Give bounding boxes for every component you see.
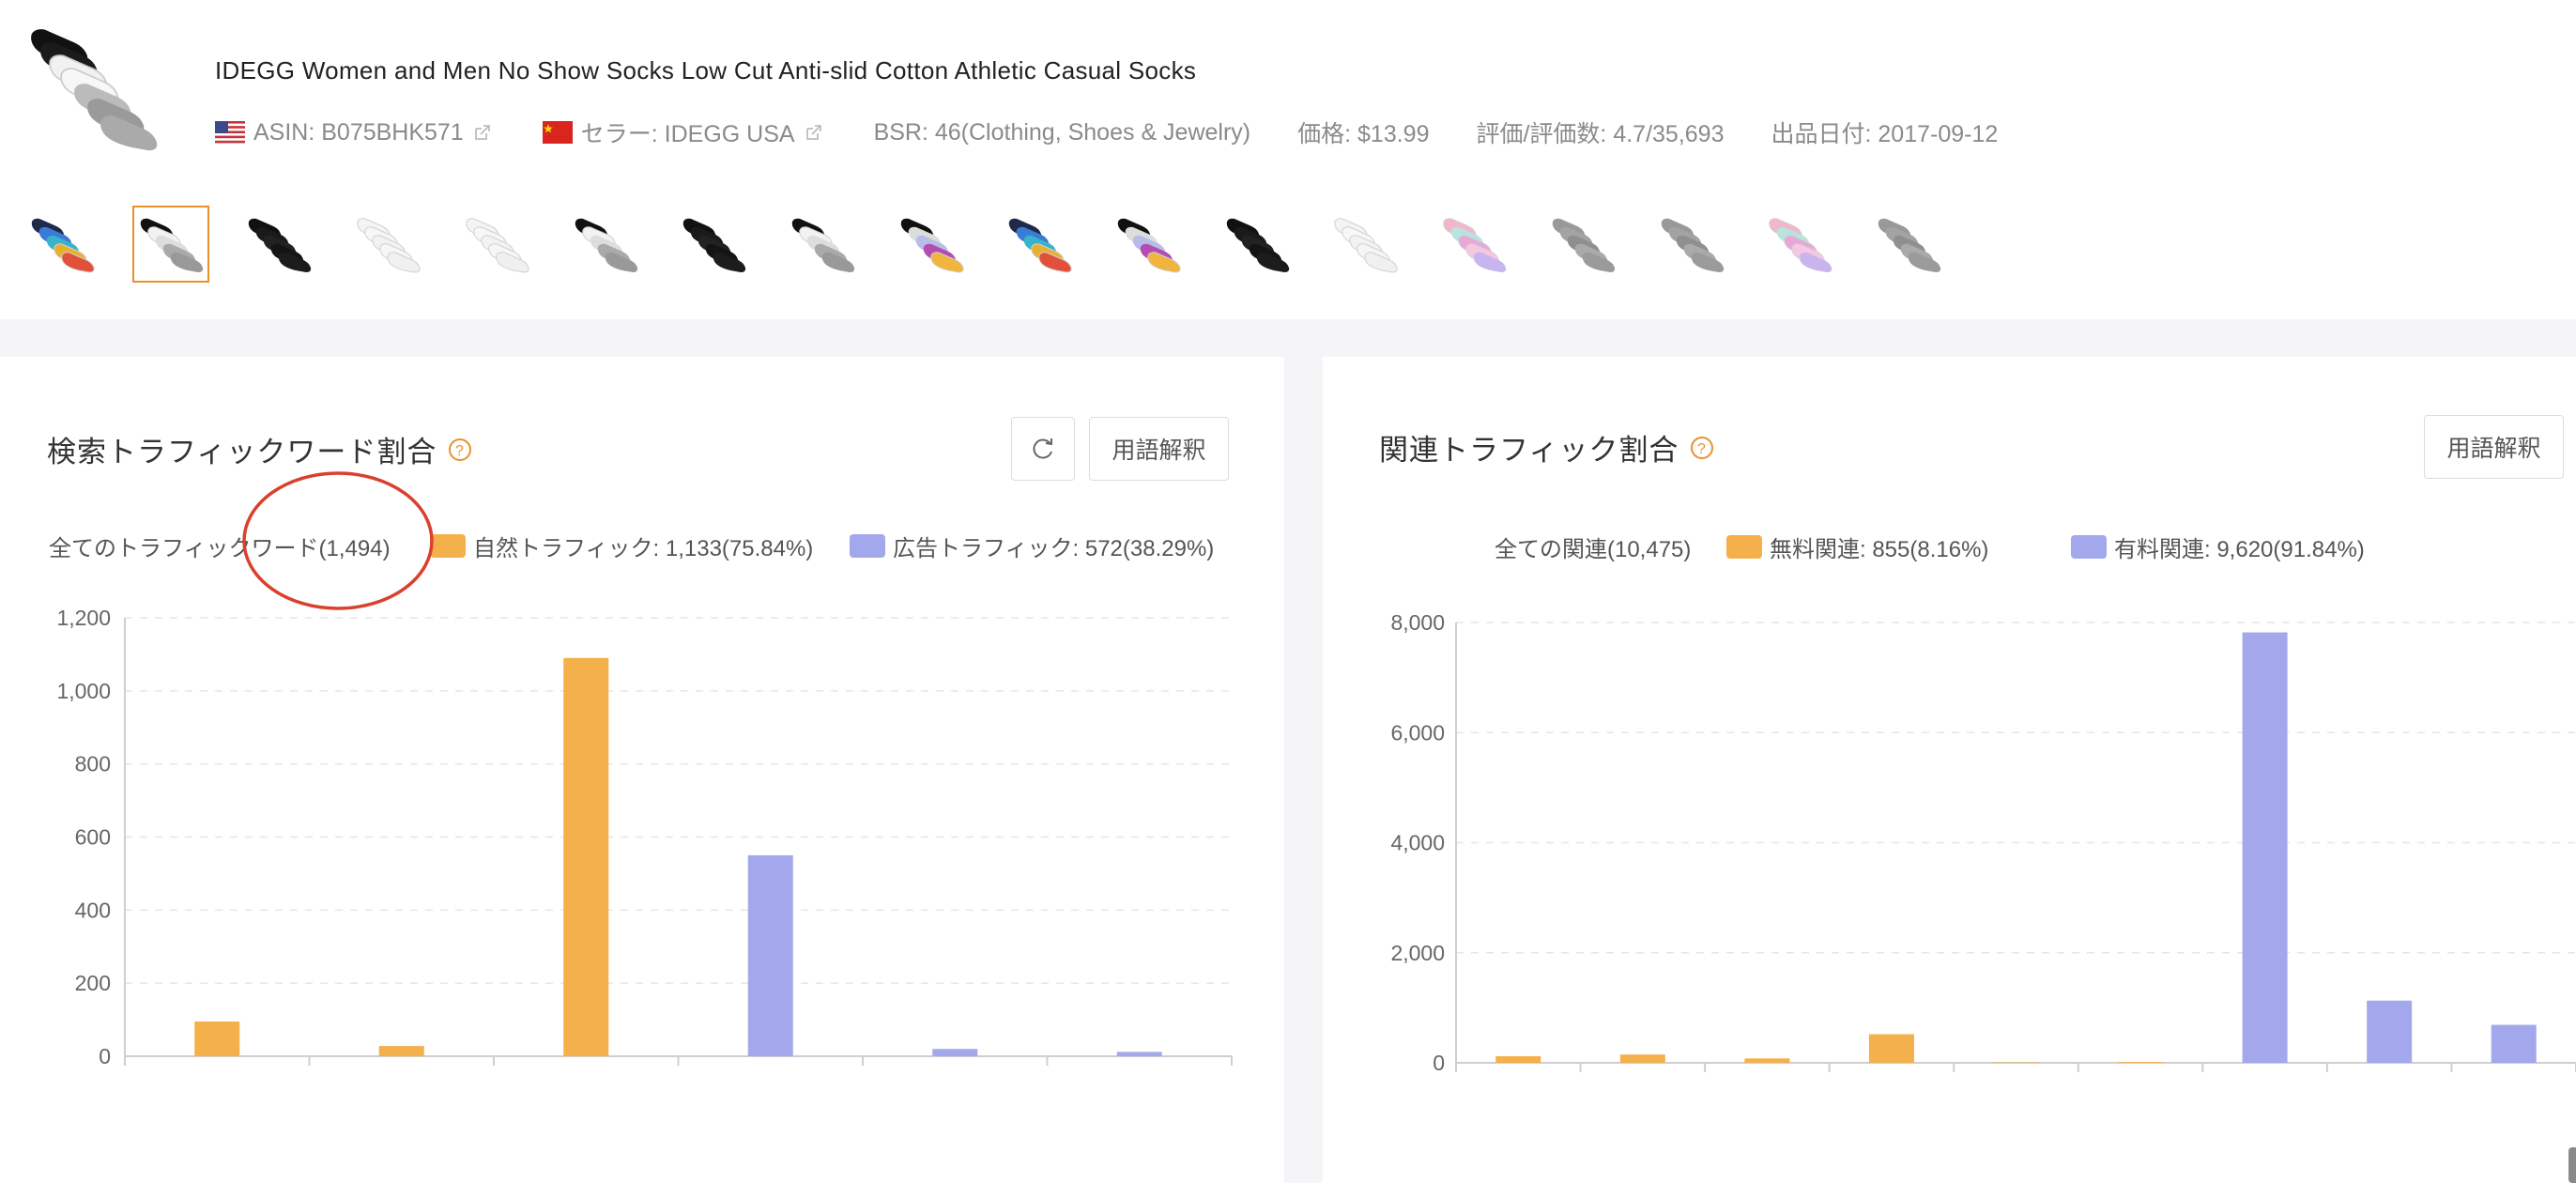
svg-text:?: ? <box>1697 441 1707 457</box>
y-tick-label: 0 <box>1433 1051 1445 1075</box>
legend-free-related[interactable]: 無料関連: 855(8.16%) <box>1726 530 1988 563</box>
bar[interactable] <box>2491 1024 2537 1063</box>
external-link-icon[interactable] <box>473 123 492 142</box>
refresh-button[interactable] <box>1011 417 1075 481</box>
variant-thumbnail-black-icon[interactable] <box>1219 207 1295 282</box>
bar[interactable] <box>378 1046 424 1056</box>
legend-swatch-orange <box>1726 535 1762 559</box>
asin-item: ASIN: B075BHK571 <box>215 119 492 146</box>
help-icon[interactable]: ? <box>448 438 472 462</box>
related-traffic-title: 関連トラフィック割合 ? <box>1379 426 1714 469</box>
variant-thumbnail-pink-pastel-icon[interactable] <box>1436 207 1511 282</box>
refresh-icon <box>1033 438 1052 459</box>
legend-natural-traffic-text: 自然トラフィック: 1,133(75.84%) <box>473 536 814 561</box>
legend-swatch-purple <box>2071 535 2107 559</box>
search-traffic-bar-chart: 0 200 400 600 800 1,000 1,200 <box>56 606 1233 1068</box>
variant-thumbnail-black-icon[interactable] <box>241 207 316 282</box>
bar[interactable] <box>1495 1055 1541 1063</box>
y-tick-label: 0 <box>99 1044 111 1068</box>
product-header: IDEGG Women and Men No Show Socks Low Cu… <box>0 0 2576 319</box>
bar[interactable] <box>747 854 793 1056</box>
y-tick-label: 6,000 <box>1390 720 1445 745</box>
rating-item: 評価/評価数: 4.7/35,693 <box>1476 121 1725 147</box>
svg-text:?: ? <box>455 443 465 459</box>
related-traffic-title-text: 関連トラフィック割合 <box>1379 434 1679 467</box>
y-tick-label: 400 <box>75 898 111 922</box>
legend-paid-related-text: 有料関連: 9,620(91.84%) <box>2114 537 2365 562</box>
us-flag-icon <box>215 121 245 144</box>
variant-thumbnail-white-icon[interactable] <box>459 207 534 282</box>
bar[interactable] <box>1619 1054 1665 1063</box>
search-traffic-title: 検索トラフィックワード割合 ? <box>47 428 472 470</box>
legend-total-related[interactable]: 全ての関連(10,475) <box>1495 530 1691 563</box>
legend-ad-traffic[interactable]: 広告トラフィック: 572(38.29%) <box>850 530 1214 562</box>
legend-swatch-purple <box>850 534 885 558</box>
bar[interactable] <box>2242 632 2288 1063</box>
variant-thumbnail-black-white-gray-icon[interactable] <box>131 206 209 283</box>
bar[interactable] <box>1868 1034 1914 1063</box>
bar[interactable] <box>1116 1052 1162 1056</box>
product-meta-row: ASIN: B075BHK571 セラー: IDEGG USA BSR: 46(… <box>215 116 2045 148</box>
legend-total-related-text: 全ての関連(10,475) <box>1495 537 1692 562</box>
legend-natural-traffic[interactable]: 自然トラフィック: 1,133(75.84%) <box>430 530 813 562</box>
bar[interactable] <box>2118 1062 2164 1063</box>
bar[interactable] <box>932 1049 978 1056</box>
search-traffic-title-text: 検索トラフィックワード割合 <box>47 436 437 469</box>
price-item: 価格: $13.99 <box>1297 121 1430 147</box>
product-title: IDEGG Women and Men No Show Socks Low Cu… <box>215 56 1197 84</box>
bar[interactable] <box>1744 1058 1790 1063</box>
variant-thumbnail-white-icon[interactable] <box>350 207 425 282</box>
related-traffic-bar-chart: 0 2,000 4,000 6,000 8,000 <box>1390 610 2576 1075</box>
seller-item: セラー: IDEGG USA <box>542 115 823 149</box>
y-tick-label: 800 <box>75 752 111 776</box>
variant-thumbnail-multicolor-icon[interactable] <box>24 207 100 282</box>
bar[interactable] <box>1993 1062 2039 1064</box>
help-icon[interactable]: ? <box>1690 436 1714 460</box>
legend-free-related-text: 無料関連: 855(8.16%) <box>1770 537 1989 562</box>
bar[interactable] <box>563 657 609 1056</box>
y-tick-label: 1,200 <box>56 606 111 630</box>
y-tick-label: 200 <box>75 971 111 995</box>
variant-thumbnail-pastel-mix-icon[interactable] <box>1111 207 1186 282</box>
variant-thumbnail-black-white-gray-icon[interactable] <box>568 207 643 282</box>
variant-thumbnail-pastel-mix-icon[interactable] <box>894 207 969 282</box>
variant-thumbnail-gray-icon[interactable] <box>1871 207 1946 282</box>
legend-ad-traffic-text: 広告トラフィック: 572(38.29%) <box>893 536 1215 561</box>
external-link-icon[interactable] <box>805 123 823 142</box>
variant-thumbnail-pink-pastel-icon[interactable] <box>1762 207 1837 282</box>
variant-thumbnail-white-icon[interactable] <box>1327 207 1403 282</box>
variant-thumbnail-gray-icon[interactable] <box>1545 207 1620 282</box>
y-tick-label: 1,000 <box>56 679 111 703</box>
y-tick-label: 600 <box>75 825 111 850</box>
legend-paid-related[interactable]: 有料関連: 9,620(91.84%) <box>2071 530 2365 563</box>
search-traffic-panel: 検索トラフィックワード割合 ? 用語解釈 全てのトラフィックワード(1,494)… <box>0 357 1284 1183</box>
variant-thumbnail-black-icon[interactable] <box>676 207 751 282</box>
y-tick-label: 2,000 <box>1390 941 1445 965</box>
y-tick-label: 4,000 <box>1390 831 1445 855</box>
listing-date-item: 出品日付: 2017-09-12 <box>1771 121 1999 147</box>
bar[interactable] <box>194 1022 240 1056</box>
y-tick-label: 8,000 <box>1390 610 1445 635</box>
variant-thumbnail-black-white-gray-icon[interactable] <box>785 207 860 282</box>
asin-text: ASIN: B075BHK571 <box>253 118 464 146</box>
china-flag-icon <box>542 121 573 144</box>
related-traffic-panel: 関連トラフィック割合 ? 用語解釈 全ての関連(10,475) 無料関連: 85… <box>1323 357 2576 1183</box>
glossary-button[interactable]: 用語解釈 <box>1089 417 1229 481</box>
glossary-button[interactable]: 用語解釈 <box>2424 415 2564 479</box>
scrollbar-thumb[interactable] <box>2568 1147 2576 1183</box>
variant-thumbnail-multicolor-icon[interactable] <box>1002 207 1077 282</box>
variant-thumbnail-gray-icon[interactable] <box>1654 207 1729 282</box>
product-main-image[interactable] <box>24 17 182 175</box>
bsr-item: BSR: 46(Clothing, Shoes & Jewelry) <box>873 118 1251 146</box>
bar[interactable] <box>2367 1000 2413 1063</box>
seller-text: セラー: IDEGG USA <box>580 121 795 147</box>
